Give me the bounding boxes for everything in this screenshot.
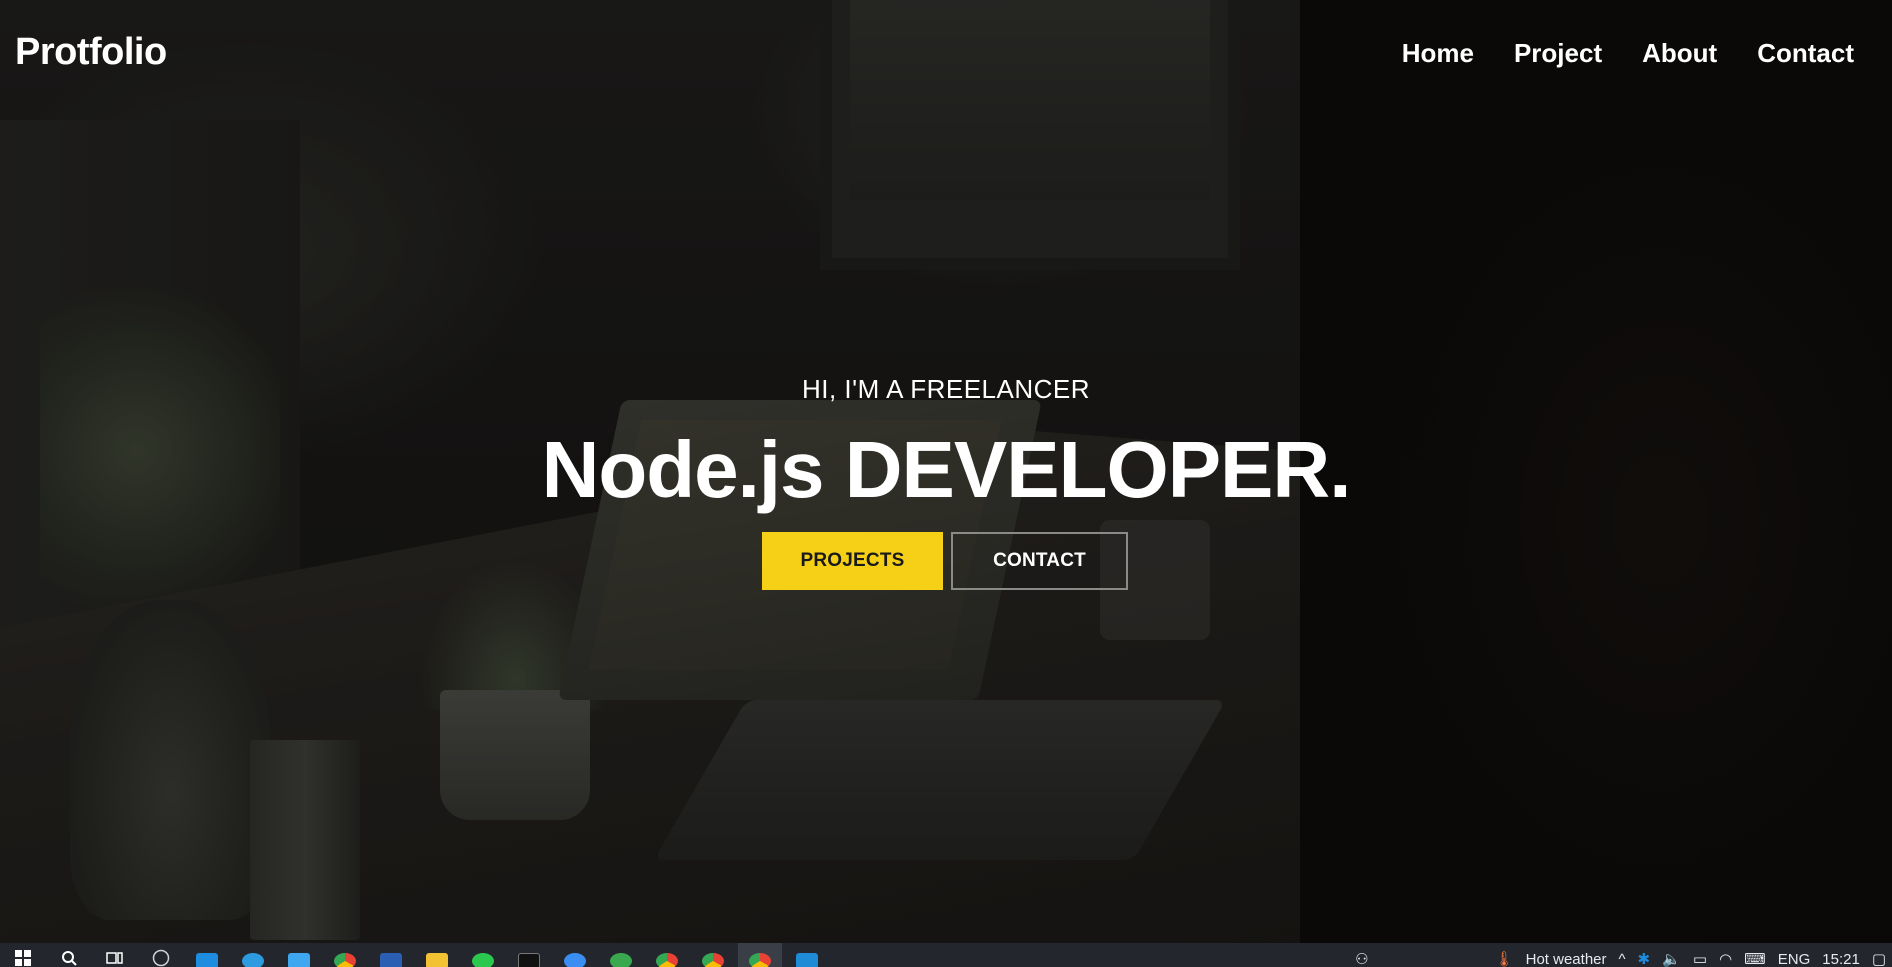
hero-section: Protfolio Home Project About Contact HI,… [0,0,1892,943]
notification-icon[interactable]: ▢ [1872,950,1886,967]
contact-button[interactable]: CONTACT [951,532,1128,590]
hero-title: Node.js DEVELOPER. [541,425,1352,514]
chrome-icon[interactable] [334,953,356,967]
chrome-active-tab[interactable] [738,943,782,967]
terminal-icon[interactable] [518,953,540,967]
store-icon[interactable] [288,953,310,967]
nav-item-project[interactable]: Project [1514,38,1602,69]
brand-logo[interactable]: Protfolio [15,31,167,74]
dell-icon[interactable] [150,947,172,967]
battery-icon[interactable]: ▭ [1693,950,1707,967]
weather-icon[interactable]: 🌡 [1495,950,1514,967]
language-indicator[interactable]: ENG [1778,951,1811,967]
task-view-icon[interactable] [104,947,126,967]
bluetooth-icon[interactable]: ✱ [1638,950,1651,967]
windows-taskbar: ⚇ 🌡 Hot weather ^ ✱ 🔈 ▭ ◠ ⌨ ENG 15:21 ▢ [0,943,1892,967]
people-icon[interactable]: ⚇ [1355,950,1368,967]
volume-icon[interactable]: 🔈 [1662,950,1681,967]
edge-icon[interactable] [242,953,264,967]
chrome-profile-icon[interactable] [702,953,724,967]
hero-subtitle: HI, I'M A FREELANCER [801,374,1091,404]
start-icon[interactable] [12,947,34,967]
file-explorer-icon[interactable] [426,953,448,967]
weather-text[interactable]: Hot weather [1526,951,1607,967]
whatsapp-icon[interactable] [472,953,494,967]
hero-button-group: PROJECTS CONTACT [762,532,1128,590]
word-icon[interactable] [380,953,402,967]
chrome-alt-icon[interactable] [656,953,678,967]
nav-item-contact[interactable]: Contact [1757,38,1854,69]
projects-button[interactable]: PROJECTS [762,532,943,590]
nav-item-about[interactable]: About [1642,38,1717,69]
mail-icon[interactable] [196,953,218,967]
chrome-active-icon [749,953,771,967]
system-tray: ⚇ 🌡 Hot weather ^ ✱ 🔈 ▭ ◠ ⌨ ENG 15:21 ▢ [1349,943,1892,967]
chevron-up-icon[interactable]: ^ [1619,951,1626,967]
nav-item-home[interactable]: Home [1402,38,1474,69]
keyboard-icon[interactable]: ⌨ [1744,950,1766,967]
clock-time[interactable]: 15:21 [1822,951,1860,967]
mongodb-icon[interactable] [610,953,632,967]
main-nav: Home Project About Contact [1362,38,1854,69]
app-store-icon[interactable] [564,953,586,967]
search-icon[interactable] [58,947,80,967]
vscode-icon[interactable] [796,953,818,967]
wifi-icon[interactable]: ◠ [1719,950,1732,967]
